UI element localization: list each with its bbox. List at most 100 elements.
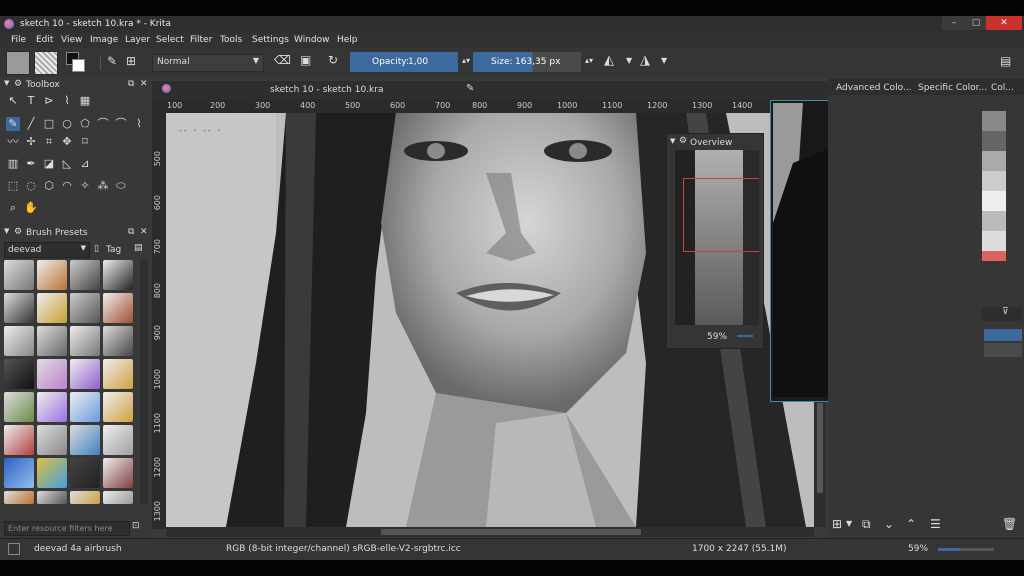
select-shapes-tool-icon[interactable]: ↖ [6, 94, 20, 108]
opacity-slider[interactable]: Opacity: 1,00 [350, 52, 458, 72]
brush-preset[interactable] [4, 392, 34, 422]
menu-window[interactable]: Window [294, 35, 330, 45]
overview-viewport-rect[interactable] [683, 178, 759, 252]
brush-preset[interactable] [103, 260, 133, 290]
brush-preset[interactable] [70, 293, 100, 323]
brush-preset[interactable] [70, 392, 100, 422]
brush-preset[interactable] [103, 392, 133, 422]
brush-preset[interactable] [37, 293, 67, 323]
brush-preset[interactable] [103, 359, 133, 389]
minimize-button[interactable]: – [942, 16, 966, 30]
brush-preset[interactable] [4, 425, 34, 455]
float-icon[interactable]: ⧉ [128, 79, 134, 89]
eraser-icon[interactable]: ⌫ [274, 53, 291, 67]
contiguous-select-tool-icon[interactable]: ✧ [78, 179, 92, 193]
background-color[interactable] [72, 59, 85, 72]
overview-collapse-icon[interactable]: ▼ [670, 137, 675, 145]
brush-preset[interactable] [37, 326, 67, 356]
move-tool-icon[interactable]: ✥ [60, 135, 74, 149]
brush-preset[interactable] [37, 392, 67, 422]
brush-preset[interactable] [37, 458, 67, 488]
layer-row[interactable] [984, 343, 1022, 357]
polygon-select-tool-icon[interactable]: ⬡ [42, 179, 56, 193]
resource-filter-input[interactable]: Enter resource filters here [4, 521, 130, 536]
swatch[interactable] [982, 251, 1006, 261]
menu-view[interactable]: View [61, 35, 82, 45]
brush-preset[interactable] [4, 491, 34, 504]
mirror-v-menu-icon[interactable]: ▼ [661, 56, 667, 65]
rect-select-tool-icon[interactable]: ⬚ [6, 179, 20, 193]
brush-editor-icon[interactable]: ✎ [107, 54, 117, 68]
duplicate-layer-icon[interactable]: ⧉ [862, 517, 871, 532]
gradient-tool-icon[interactable]: ▥ [6, 157, 20, 171]
brush-preset[interactable] [37, 260, 67, 290]
brush-preset[interactable] [103, 491, 133, 504]
mirror-vertical-icon[interactable]: ◮ [640, 53, 650, 68]
brush-preset[interactable] [4, 326, 34, 356]
swatch[interactable] [982, 151, 1006, 171]
brush-preset[interactable] [4, 293, 34, 323]
filter-icon[interactable]: ⊽ [1002, 307, 1009, 317]
edit-shapes-tool-icon[interactable]: ⊳ [42, 94, 56, 108]
opacity-spin-icon[interactable]: ▴▾ [462, 56, 470, 65]
brush-preset[interactable] [37, 491, 67, 504]
mirror-menu-icon[interactable]: ▼ [626, 56, 632, 65]
add-layer-icon[interactable]: ⊞ [832, 517, 842, 531]
fill-tool-icon[interactable]: ◪ [42, 157, 56, 171]
presets-float-icon[interactable]: ⧉ [128, 227, 134, 237]
color-swatches[interactable] [982, 111, 1006, 271]
brush-preset[interactable] [37, 425, 67, 455]
zoom-tool-icon[interactable]: ⌕ [6, 201, 20, 215]
pattern-tool-icon[interactable]: ▦ [78, 94, 92, 108]
vertical-scroll-thumb[interactable] [817, 403, 823, 493]
menu-filter[interactable]: Filter [190, 35, 212, 45]
bezier-tool-icon[interactable]: ⌒ [114, 117, 128, 131]
mirror-horizontal-icon[interactable]: ◭ [604, 53, 614, 68]
line-tool-icon[interactable]: ╱ [24, 117, 38, 131]
brush-preset[interactable] [103, 293, 133, 323]
tag-select[interactable]: deevad ▼ [4, 242, 90, 258]
dynamic-brush-tool-icon[interactable]: 〰 [6, 135, 20, 149]
size-slider[interactable]: Size: 163,35 px [473, 52, 581, 72]
blend-mode-select[interactable]: Normal ▼ [152, 54, 264, 72]
assistant-tool-icon[interactable]: ◺ [60, 157, 74, 171]
ellipse-tool-icon[interactable]: ○ [60, 117, 74, 131]
color-picker-tool-icon[interactable]: ✒ [24, 157, 38, 171]
horizontal-scrollbar[interactable] [166, 527, 814, 537]
collapse-presets-icon[interactable]: ▼ [4, 227, 9, 235]
collapse-icon[interactable]: ▼ [4, 79, 9, 87]
rectangle-tool-icon[interactable]: □ [42, 117, 56, 131]
brush-preset[interactable] [103, 458, 133, 488]
move-layer-up-icon[interactable]: ⌃ [906, 517, 916, 531]
menu-tools[interactable]: Tools [220, 35, 242, 45]
menu-image[interactable]: Image [90, 35, 118, 45]
swatch[interactable] [982, 211, 1006, 231]
freehand-path-tool-icon[interactable]: ⌇ [132, 117, 146, 131]
horizontal-scroll-thumb[interactable] [381, 529, 641, 535]
brush-preset[interactable] [4, 260, 34, 290]
preset-scrollbar[interactable] [140, 260, 148, 504]
ellipse-select-tool-icon[interactable]: ◌ [24, 179, 38, 193]
tag-button[interactable]: Tag [106, 245, 121, 255]
similar-select-tool-icon[interactable]: ⁂ [96, 179, 110, 193]
close-dock-icon[interactable]: ✕ [140, 79, 148, 89]
menu-file[interactable]: File [11, 35, 26, 45]
preset-view-icon[interactable]: ▤ [134, 243, 143, 253]
layer-row-selected[interactable] [984, 329, 1022, 341]
brush-preset[interactable] [70, 260, 100, 290]
crop-tool-icon[interactable]: ⌗ [42, 135, 56, 149]
tab-color-more[interactable]: Col... [991, 83, 1014, 93]
menu-edit[interactable]: Edit [36, 35, 53, 45]
layer-properties-icon[interactable]: ☰ [930, 517, 941, 531]
document-tab-title[interactable]: sketch 10 - sketch 10.kra [270, 85, 383, 95]
swatch[interactable] [982, 231, 1006, 251]
zoom-slider[interactable] [938, 548, 994, 551]
pan-tool-icon[interactable]: ✋ [24, 201, 38, 215]
close-button[interactable]: ✕ [986, 16, 1022, 30]
menu-settings[interactable]: Settings [252, 35, 289, 45]
bezier-select-tool-icon[interactable]: ⬭ [114, 179, 128, 193]
tab-advanced-color[interactable]: Advanced Colo... [836, 83, 912, 93]
text-tool-icon[interactable]: T [24, 94, 38, 108]
polyline-tool-icon[interactable]: ⌒ [96, 117, 110, 131]
move-layer-down-icon[interactable]: ⌄ [884, 517, 894, 531]
